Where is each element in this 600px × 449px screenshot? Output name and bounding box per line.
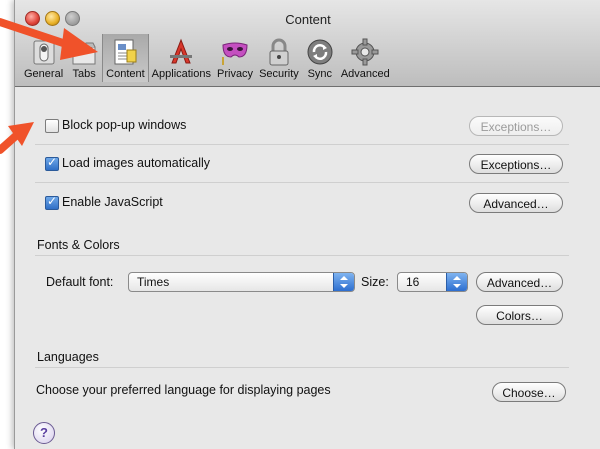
tab-applications[interactable]: Applications — [149, 34, 214, 82]
image-exceptions-button[interactable]: Exceptions… — [469, 154, 563, 174]
annotation-arrow-tabs — [0, 18, 98, 60]
tab-security[interactable]: Security — [256, 34, 302, 82]
divider — [35, 182, 569, 183]
enable-javascript-checkbox[interactable] — [45, 194, 59, 210]
choose-language-button[interactable]: Choose… — [492, 382, 566, 402]
help-button[interactable]: ? — [33, 422, 55, 444]
font-size-value: 16 — [406, 275, 420, 289]
sync-icon — [305, 37, 335, 67]
tab-advanced[interactable]: Advanced — [338, 34, 393, 82]
tab-privacy-label: Privacy — [217, 68, 254, 80]
popup-exceptions-button[interactable]: Exceptions… — [469, 116, 563, 136]
gear-icon — [350, 37, 380, 67]
annotation-arrow-popups — [0, 122, 34, 154]
privacy-mask-icon — [220, 37, 250, 67]
enable-javascript-label: Enable JavaScript — [62, 195, 163, 209]
languages-heading: Languages — [37, 350, 99, 364]
javascript-advanced-button[interactable]: Advanced… — [469, 193, 563, 213]
padlock-icon — [264, 37, 294, 67]
colors-button[interactable]: Colors… — [476, 305, 563, 325]
tab-advanced-label: Advanced — [340, 68, 390, 80]
tab-applications-label: Applications — [151, 68, 211, 80]
languages-description: Choose your preferred language for displ… — [36, 383, 331, 397]
applications-icon — [166, 37, 196, 67]
tab-privacy[interactable]: Privacy — [214, 34, 256, 82]
tab-sync[interactable]: Sync — [302, 34, 338, 82]
font-size-select[interactable]: 16 — [397, 272, 468, 292]
divider — [35, 255, 569, 256]
tab-security-label: Security — [259, 68, 299, 80]
select-stepper-icon — [333, 273, 354, 291]
fonts-colors-heading: Fonts & Colors — [37, 238, 120, 252]
default-font-value: Times — [137, 275, 170, 289]
default-font-label: Default font: — [46, 275, 114, 289]
fonts-advanced-button[interactable]: Advanced… — [476, 272, 563, 292]
tab-sync-label: Sync — [307, 68, 333, 80]
font-size-label: Size: — [361, 275, 389, 289]
divider — [35, 367, 569, 368]
select-stepper-icon — [446, 273, 467, 291]
annotation-arrows — [0, 18, 98, 154]
default-font-select[interactable]: Times — [128, 272, 355, 292]
